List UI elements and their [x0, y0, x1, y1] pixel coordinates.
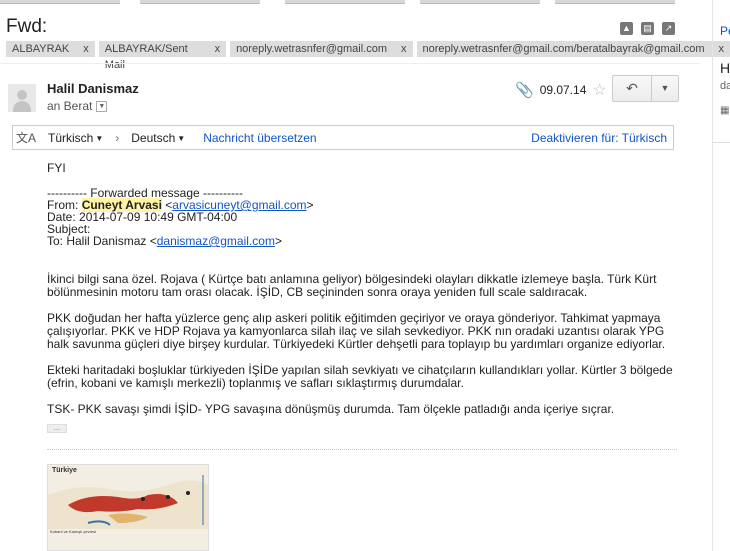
recipient-line: an Berat ▼: [47, 99, 108, 113]
label-remove-button[interactable]: x: [215, 41, 221, 57]
forward-date-line: Date: 2014-07-09 10:49 GMT-04:00: [47, 210, 238, 224]
map-caption: Kobani ve Kamışlı çevresi: [50, 529, 97, 534]
map-graphic: [48, 475, 208, 529]
map-city-dot: [186, 491, 190, 495]
recipient-text: an Berat: [47, 99, 93, 113]
message-meta: 📎 09.07.14 ☆: [515, 80, 607, 100]
paperclip-icon: 📎: [515, 82, 534, 99]
source-language-select[interactable]: Türkisch ▼: [48, 131, 103, 145]
new-window-icon[interactable]: ▤: [641, 22, 654, 35]
collapse-icon[interactable]: ↗: [662, 22, 675, 35]
reply-button-group: ↶ ▼: [612, 75, 679, 102]
avatar: [8, 84, 36, 112]
map-title: Türkiye: [52, 467, 77, 474]
label-chip[interactable]: ALBAYRAK x: [6, 41, 95, 57]
chevron-down-icon: ▼: [660, 83, 670, 93]
recipient-details-dropdown[interactable]: ▼: [96, 100, 108, 112]
right-side-panel: Pe H da ▦: [712, 0, 730, 551]
source-language-label: Türkisch: [48, 130, 94, 145]
map-attachment-image[interactable]: Türkiye Kobani ve Kamışlı çevresi: [47, 464, 209, 551]
caret-down-icon: ▼: [95, 133, 104, 143]
forwarded-header: ---------- Forwarded message ---------- …: [47, 187, 677, 247]
caret-down-icon: ▼: [177, 133, 186, 143]
message-date: 09.07.14: [539, 83, 587, 97]
label-list: ALBAYRAK x ALBAYRAK/Sent Mail x noreply.we…: [6, 41, 730, 71]
target-language-select[interactable]: Deutsch ▼: [131, 131, 185, 145]
label-name: noreply.wetrasnfer@gmail.com/beratalbayr…: [422, 43, 705, 55]
label-chip[interactable]: noreply.wetrasnfer@gmail.com/beratalbayr…: [416, 41, 730, 57]
header-divider: [0, 63, 700, 64]
star-icon[interactable]: ☆: [592, 80, 606, 100]
body-paragraph: PKK doğudan her hafta yüzlerce genç alıp…: [47, 311, 666, 351]
translate-icon: 文A: [16, 131, 37, 145]
print-icon[interactable]: ▲: [620, 22, 633, 35]
body-fyi: FYI: [47, 161, 66, 175]
disable-translation-link[interactable]: Deaktivieren für: Türkisch: [531, 131, 667, 145]
right-panel-title: H: [720, 60, 730, 76]
message-body: FYI ---------- Forwarded message -------…: [47, 162, 677, 433]
label-remove-button[interactable]: x: [401, 41, 407, 57]
reply-button[interactable]: ↶: [612, 75, 652, 102]
target-language-label: Deutsch: [131, 130, 176, 145]
sender-name[interactable]: Halil Danismaz: [47, 81, 139, 96]
label-name: noreply.wetrasnfer@gmail.com: [236, 43, 388, 55]
reply-icon: ↶: [626, 80, 638, 96]
to-label: To: Halil Danismaz: [47, 234, 147, 248]
right-panel-divider: [713, 142, 730, 143]
label-chip[interactable]: ALBAYRAK/Sent Mail x: [98, 41, 227, 71]
body-paragraph: İkinci bilgi sana özel. Rojava ( Kürtçe …: [47, 272, 657, 299]
forward-to-line: To: Halil Danismaz <danismaz@gmail.com>: [47, 234, 282, 248]
translate-bar: 文A Türkisch ▼ › Deutsch ▼ Nachricht überse…: [12, 125, 674, 150]
show-trimmed-content-button[interactable]: ...: [47, 424, 67, 433]
email-header-actions: ▲ ▤ ↗: [620, 22, 675, 35]
right-panel-subtitle: da: [720, 80, 730, 92]
right-panel-link[interactable]: Pe: [720, 24, 730, 38]
map-city-dot: [166, 495, 170, 499]
attachment-divider: [47, 449, 677, 450]
arrow-right-icon: ›: [115, 130, 120, 145]
body-paragraphs: İkinci bilgi sana özel. Rojava ( Kürtçe …: [47, 273, 677, 416]
label-remove-button[interactable]: x: [83, 41, 89, 57]
email-subject: Fwd:: [6, 16, 48, 37]
map-city-dot: [141, 497, 145, 501]
more-actions-button[interactable]: ▼: [652, 75, 679, 102]
label-name: ALBAYRAK/Sent Mail: [104, 43, 188, 71]
to-email-link[interactable]: danismaz@gmail.com: [157, 234, 275, 248]
label-chip[interactable]: noreply.wetrasnfer@gmail.com x: [230, 41, 413, 57]
body-paragraph: Ekteki haritadaki boşluklar türkiyeden İ…: [47, 363, 673, 390]
translate-message-link[interactable]: Nachricht übersetzen: [203, 131, 316, 145]
body-paragraph: TSK- PKK savaşı şimdi İŞİD- YPG savaşına…: [47, 402, 615, 416]
label-name: ALBAYRAK: [12, 43, 70, 55]
top-toolbar-strip: [0, 0, 730, 5]
calendar-icon: ▦: [720, 105, 730, 116]
